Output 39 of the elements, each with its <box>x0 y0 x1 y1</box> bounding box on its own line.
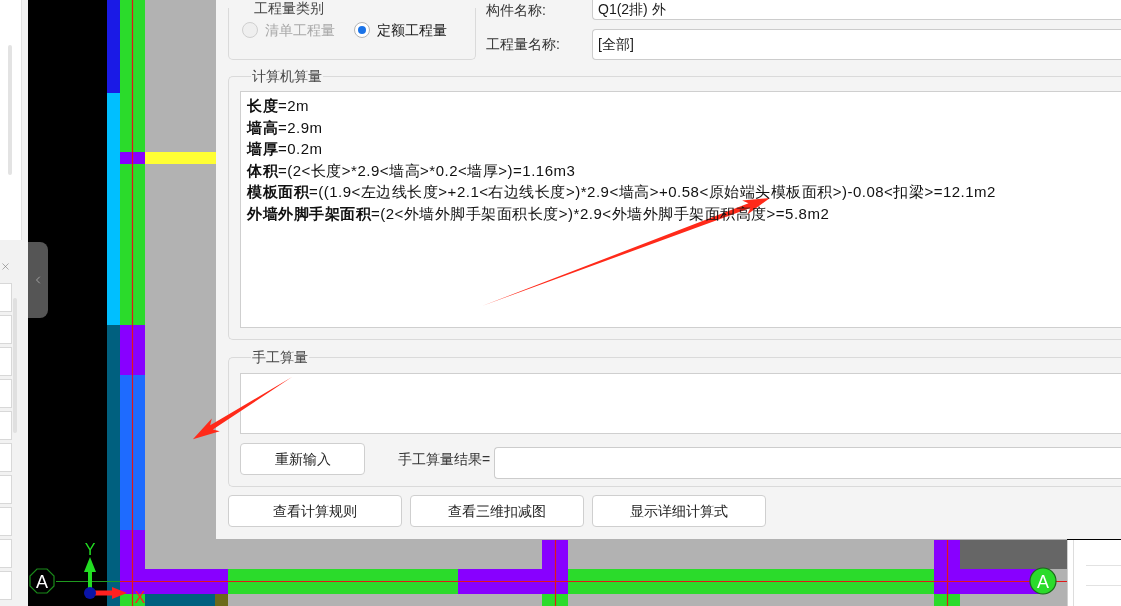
text-field[interactable]: Q1(2排) 外 <box>592 0 1121 20</box>
list-row[interactable] <box>0 507 12 536</box>
formula-line: 墙高=2.9m <box>247 117 323 138</box>
list-row[interactable] <box>0 347 12 376</box>
collapse-tab[interactable] <box>28 242 48 318</box>
axis-label: Y <box>84 541 96 558</box>
origin-point-icon <box>84 587 96 599</box>
dialog-button[interactable]: 查看三维扣减图 <box>410 495 584 527</box>
group-title: 计算机算量 <box>251 68 323 84</box>
group-title: 手工算量 <box>251 349 309 365</box>
reenter-button[interactable]: 重新输入 <box>240 443 365 475</box>
list-row[interactable] <box>0 315 12 344</box>
axis-marker: A <box>1029 567 1057 595</box>
list-row[interactable] <box>0 443 12 472</box>
formula-line: 墙厚=0.2m <box>247 139 323 160</box>
radio-button[interactable]: 定额工程量 <box>354 19 447 41</box>
field-label: 构件名称: <box>486 0 547 20</box>
formula-line: 体积=(2<长度>*2.9<墙高>*0.2<墙厚>)=1.16m3 <box>247 160 576 181</box>
formula-line: 模板面积=((1.9<左边线长度>+2.1<右边线长度>)*2.9<墙高>+0.58<原始端头模板面积>)-0.08<扣梁>=12.1m2 <box>247 182 996 203</box>
dialog-button[interactable]: 显示详细计算式 <box>592 495 766 527</box>
y-axis-arrow <box>84 557 96 588</box>
list-row[interactable] <box>0 539 12 568</box>
close-icon[interactable] <box>0 260 11 272</box>
list-row[interactable] <box>0 475 12 504</box>
formula-line: 长度=2m <box>247 96 310 116</box>
axis-marker: A <box>29 568 55 594</box>
axis-label: X <box>134 589 146 606</box>
text-field[interactable]: [全部] <box>592 29 1121 60</box>
x-axis-arrow <box>94 587 127 599</box>
field-label: 手工算量结果= <box>398 450 491 469</box>
group-title: 工程量类别 <box>253 0 325 16</box>
list-row[interactable] <box>0 283 12 312</box>
list-row[interactable] <box>0 379 12 408</box>
manual-input-area[interactable] <box>240 373 1121 434</box>
list-row[interactable] <box>0 411 12 440</box>
field-label: 工程量名称: <box>486 35 561 54</box>
result-field[interactable] <box>494 447 1121 479</box>
dialog-button[interactable]: 查看计算规则 <box>228 495 402 527</box>
list-row[interactable] <box>0 571 12 600</box>
